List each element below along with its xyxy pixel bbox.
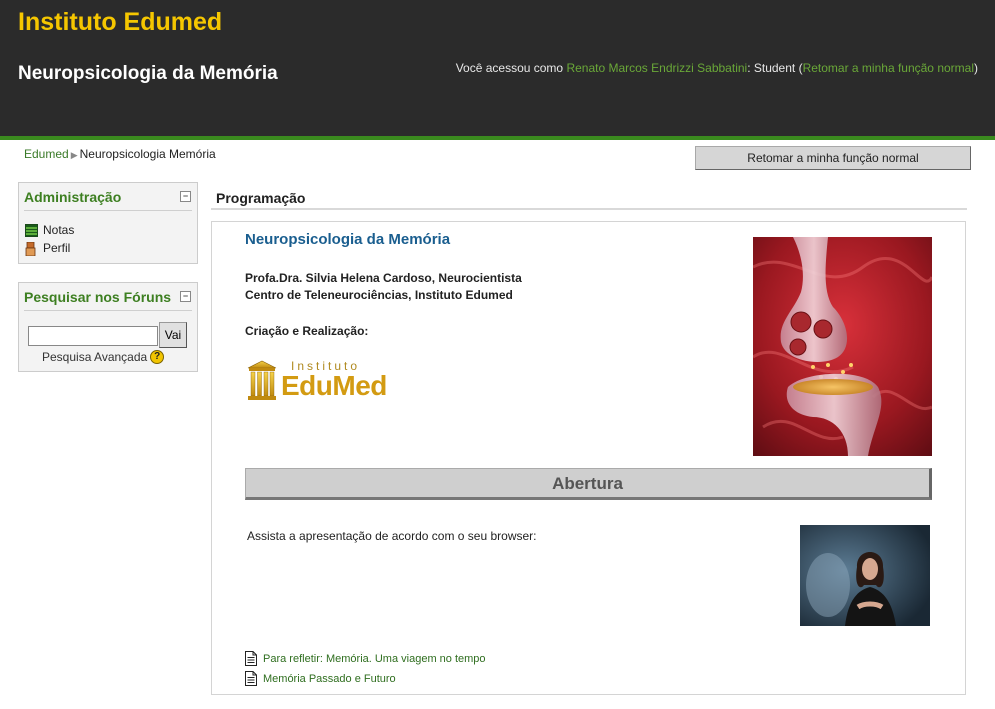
advanced-search: Pesquisa Avançada ? bbox=[42, 350, 165, 364]
admin-block: Administração − Notas Perfil bbox=[18, 182, 198, 264]
admin-item-label: Perfil bbox=[43, 241, 71, 255]
admin-block-title-text: Administração bbox=[24, 189, 122, 205]
resource-link[interactable]: Memória Passado e Futuro bbox=[245, 671, 396, 686]
admin-item-notas[interactable]: Notas bbox=[25, 223, 74, 237]
divider bbox=[211, 208, 967, 210]
collapse-icon[interactable]: − bbox=[180, 291, 191, 302]
resource-link[interactable]: Para refletir: Memória. Uma viagem no te… bbox=[245, 651, 486, 666]
forum-search-input[interactable] bbox=[28, 326, 158, 346]
login-prefix: Você acessou como bbox=[455, 61, 567, 75]
search-go-button[interactable]: Vai bbox=[159, 322, 187, 348]
credits-label: Criação e Realização: bbox=[245, 324, 369, 338]
resource-link-label: Para refletir: Memória. Uma viagem no te… bbox=[263, 652, 486, 665]
presentation-instructions: Assista a apresentação de acordo com o s… bbox=[247, 529, 537, 543]
advanced-search-link[interactable]: Pesquisa Avançada bbox=[42, 350, 147, 364]
return-role-link[interactable]: Retomar a minha função normal bbox=[803, 61, 974, 75]
author-line: Profa.Dra. Silvia Helena Cardoso, Neuroc… bbox=[245, 271, 522, 285]
login-info: Você acessou como Renato Marcos Endrizzi… bbox=[456, 61, 978, 75]
admin-item-perfil[interactable]: Perfil bbox=[25, 241, 71, 256]
course-title: Neuropsicologia da Memória bbox=[18, 63, 278, 84]
author-affiliation: Centro de Teleneurociências, Instituto E… bbox=[245, 288, 513, 302]
course-main-title: Neuropsicologia da Memória bbox=[245, 231, 451, 248]
section-heading: Programação bbox=[216, 190, 306, 206]
user-icon bbox=[25, 241, 38, 256]
breadcrumb-home-link[interactable]: Edumed bbox=[24, 147, 69, 161]
site-name[interactable]: Instituto Edumed bbox=[18, 8, 222, 37]
logo-text-main: EduMed bbox=[281, 370, 387, 401]
breadcrumb-separator: ▶ bbox=[70, 150, 78, 160]
document-icon bbox=[245, 671, 257, 686]
admin-block-title: Administração − bbox=[24, 189, 192, 211]
grades-icon bbox=[25, 223, 38, 237]
breadcrumb: Edumed ▶ Neuropsicologia Memória bbox=[24, 147, 216, 161]
abertura-header: Abertura bbox=[245, 468, 932, 500]
search-forums-block: Pesquisar nos Fóruns − Vai Pesquisa Avan… bbox=[18, 282, 198, 372]
role-text: : Student ( bbox=[747, 61, 803, 75]
synapse-image bbox=[753, 237, 932, 456]
close-paren: ) bbox=[974, 61, 978, 75]
return-role-button[interactable]: Retomar a minha função normal bbox=[695, 146, 971, 170]
user-name-link[interactable]: Renato Marcos Endrizzi Sabbatini bbox=[566, 61, 747, 75]
page-header: Instituto Edumed Neuropsicologia da Memó… bbox=[0, 0, 995, 140]
search-block-title-text: Pesquisar nos Fóruns bbox=[24, 289, 172, 305]
edumed-logo: Instituto EduMed bbox=[247, 359, 397, 402]
search-block-title: Pesquisar nos Fóruns − bbox=[24, 289, 192, 311]
breadcrumb-current: Neuropsicologia Memória bbox=[79, 147, 216, 161]
collapse-icon[interactable]: − bbox=[180, 191, 191, 202]
help-icon[interactable]: ? bbox=[150, 350, 165, 364]
admin-item-label: Notas bbox=[43, 223, 75, 237]
presentation-video-thumbnail[interactable] bbox=[800, 525, 930, 626]
document-icon bbox=[245, 651, 257, 666]
resource-link-label: Memória Passado e Futuro bbox=[263, 672, 396, 685]
